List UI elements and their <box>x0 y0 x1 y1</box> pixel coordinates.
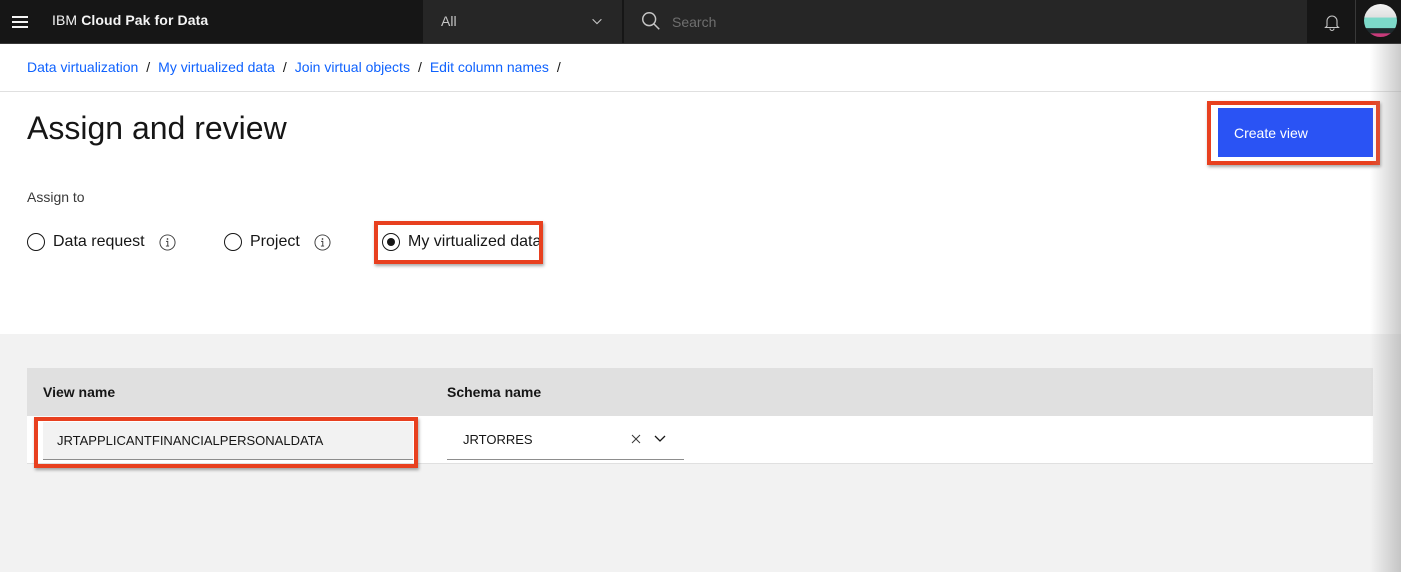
breadcrumb-separator: / <box>556 59 561 75</box>
radio-my-virtualized-data-container: My virtualized data <box>379 226 539 259</box>
chevron-down-icon[interactable] <box>653 433 667 445</box>
header-divider <box>0 91 1401 92</box>
radio-label: Project <box>250 233 300 250</box>
info-icon[interactable] <box>314 233 331 251</box>
breadcrumb-edit-column-names[interactable]: Edit column names <box>430 59 549 75</box>
view-table: View name Schema name JRTORRES <box>27 368 1373 464</box>
table-header: View name Schema name <box>27 368 1373 416</box>
hamburger-menu-icon <box>12 15 28 28</box>
clear-icon[interactable] <box>630 433 642 445</box>
brand-name: Cloud Pak for Data <box>81 12 209 28</box>
notifications-button[interactable] <box>1308 0 1356 43</box>
top-navigation-bar: IBM Cloud Pak for Data All <box>0 0 1401 44</box>
product-name[interactable]: IBM Cloud Pak for Data <box>52 12 208 28</box>
assign-to-label: Assign to <box>27 189 85 205</box>
radio-label: Data request <box>53 233 145 250</box>
breadcrumb-join-virtual-objects[interactable]: Join virtual objects <box>295 59 410 75</box>
view-name-input[interactable] <box>43 422 413 460</box>
column-header-schema-name: Schema name <box>447 384 542 400</box>
page-title: Assign and review <box>27 110 287 146</box>
radio-button-selected[interactable] <box>382 233 400 251</box>
chevron-down-icon <box>592 18 602 25</box>
create-view-button[interactable]: Create view <box>1218 108 1373 157</box>
search-scope-dropdown[interactable]: All <box>423 0 623 43</box>
search-icon <box>642 12 660 30</box>
radio-my-virtualized-data[interactable]: My virtualized data <box>382 230 539 254</box>
radio-project[interactable]: Project <box>224 230 331 254</box>
column-header-view-name: View name <box>43 384 116 400</box>
table-row: JRTORRES <box>27 416 1373 464</box>
user-avatar[interactable] <box>1364 4 1397 37</box>
bell-icon <box>1323 15 1340 31</box>
breadcrumb: Data virtualization / My virtualized dat… <box>27 59 569 75</box>
schema-name-value: JRTORRES <box>463 432 533 447</box>
radio-label: My virtualized data <box>408 233 539 250</box>
global-search <box>624 0 1307 43</box>
search-scope-value: All <box>441 13 457 29</box>
breadcrumb-separator: / <box>282 59 287 75</box>
info-icon[interactable] <box>159 233 176 251</box>
radio-data-request[interactable]: Data request <box>27 230 176 254</box>
brand-prefix: IBM <box>52 12 78 28</box>
radio-button[interactable] <box>224 233 242 251</box>
search-input[interactable] <box>672 0 1292 43</box>
radio-button[interactable] <box>27 233 45 251</box>
breadcrumb-data-virtualization[interactable]: Data virtualization <box>27 59 138 75</box>
breadcrumb-separator: / <box>417 59 422 75</box>
breadcrumb-my-virtualized-data[interactable]: My virtualized data <box>158 59 275 75</box>
schema-name-combobox[interactable]: JRTORRES <box>447 420 684 460</box>
menu-button[interactable] <box>0 0 40 43</box>
breadcrumb-separator: / <box>146 59 151 75</box>
